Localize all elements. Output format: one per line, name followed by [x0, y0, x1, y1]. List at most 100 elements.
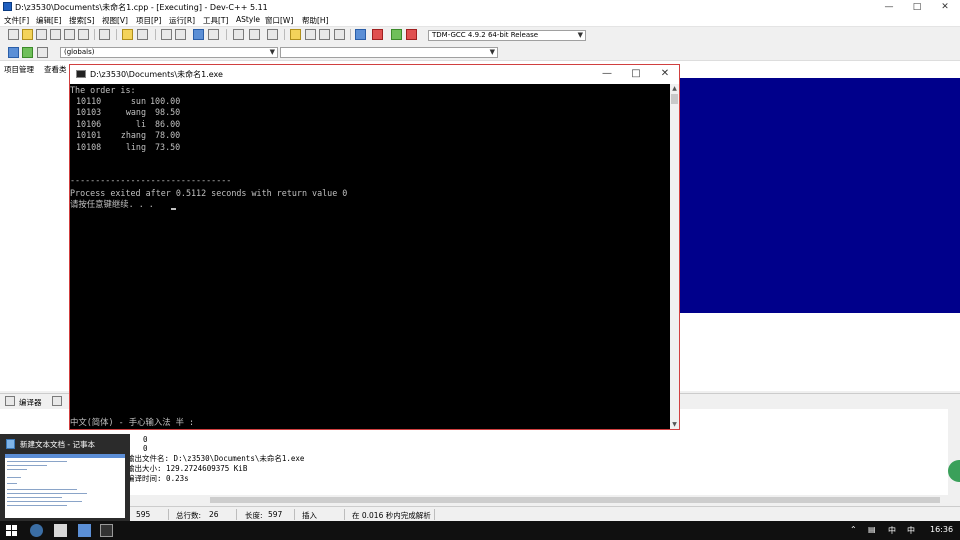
goto-bookmark-icon[interactable] — [37, 47, 48, 58]
menu-project[interactable]: 项目[P] — [136, 15, 161, 26]
status-bar: 595 总行数: 26 长度: 597 插入 在 0.016 秒内完成解析 — [0, 506, 960, 522]
function-select[interactable]: ▼ — [280, 47, 498, 58]
console-app-icon — [76, 70, 86, 78]
undo-icon[interactable] — [122, 29, 133, 40]
notepad-preview-image[interactable] — [5, 454, 125, 518]
compile-icon[interactable] — [290, 29, 301, 40]
rebuild-all-icon[interactable] — [334, 29, 345, 40]
chevron-down-icon: ▼ — [577, 31, 583, 39]
ide-title-bar: D:\z3530\Documents\未命名1.cpp - [Executing… — [0, 0, 960, 14]
console-scrollbar[interactable]: ▲ ▼ — [670, 84, 679, 429]
insert-icon[interactable] — [8, 47, 19, 58]
maximize-icon[interactable]: □ — [902, 0, 932, 14]
devcpp-taskbar-icon[interactable] — [78, 524, 91, 537]
log-horizontal-scrollbar[interactable] — [130, 495, 948, 505]
tab-project-manager[interactable]: 项目管理 — [4, 64, 34, 75]
console-cursor — [171, 208, 176, 210]
menu-window[interactable]: 窗口[W] — [265, 15, 293, 26]
secondary-toolbar: (globals) ▼ ▼ — [0, 45, 960, 61]
console-minimize-icon[interactable]: — — [592, 65, 622, 83]
print-icon[interactable] — [99, 29, 110, 40]
row-score: 86.00 — [155, 119, 181, 129]
row-name: sun — [130, 96, 146, 106]
menu-run[interactable]: 运行[R] — [169, 15, 195, 26]
log-vertical-scrollbar[interactable] — [948, 409, 960, 505]
status-parse-message: 在 0.016 秒内完成解析 — [352, 511, 431, 520]
stop-execution-icon[interactable] — [372, 29, 383, 40]
console-output[interactable]: The order is: 10110 sun 100.00 10103 wan… — [70, 84, 670, 429]
redo-icon[interactable] — [137, 29, 148, 40]
menu-file[interactable]: 文件[F] — [4, 15, 29, 26]
row-id: 10110 — [76, 96, 102, 106]
compile-run-icon[interactable] — [319, 29, 330, 40]
row-score: 100.00 — [150, 96, 181, 106]
find-icon[interactable] — [161, 29, 172, 40]
goto-line-icon[interactable] — [193, 29, 204, 40]
scope-select[interactable]: (globals) ▼ — [60, 47, 278, 58]
row-id: 10108 — [76, 142, 102, 152]
resources-tab-icon[interactable] — [52, 396, 62, 406]
new-file-icon[interactable] — [8, 29, 19, 40]
tray-language[interactable]: 中 — [888, 525, 896, 536]
run-icon[interactable] — [305, 29, 316, 40]
console-taskbar-icon[interactable] — [100, 524, 113, 537]
console-close-icon[interactable]: ✕ — [650, 65, 680, 83]
scrollbar-thumb[interactable] — [671, 94, 678, 104]
console-window[interactable]: D:\z3530\Documents\未命名1.exe — □ ✕ The or… — [69, 64, 680, 430]
status-col-value: 595 — [136, 510, 151, 519]
tab-class-view[interactable]: 查看类 — [44, 64, 67, 75]
scroll-down-icon[interactable]: ▼ — [670, 420, 679, 429]
status-length-label: 长度: — [245, 511, 263, 520]
menu-bar: 文件[F] 编辑[E] 搜索[S] 视图[V] 项目[P] 运行[R] 工具[T… — [0, 14, 960, 27]
compiler-select[interactable]: TDM-GCC 4.9.2 64-bit Release ▼ — [428, 30, 586, 41]
status-insert-mode: 插入 — [302, 511, 317, 520]
delete-profile-icon[interactable] — [406, 29, 417, 40]
console-separator: -------------------------------- — [70, 175, 232, 185]
tab-compiler[interactable]: 编译器 — [19, 397, 42, 408]
save-icon[interactable] — [36, 29, 47, 40]
unindent-icon[interactable] — [233, 29, 244, 40]
row-id: 10103 — [76, 107, 102, 117]
close-icon[interactable]: ✕ — [930, 0, 960, 14]
project-panel: 项目管理 查看类 — [0, 61, 71, 391]
compiler-tab-icon — [5, 396, 15, 406]
tray-up-arrow-icon[interactable]: ⌃ — [850, 525, 857, 534]
scroll-up-icon[interactable]: ▲ — [670, 84, 679, 93]
notepad-taskbar-preview[interactable]: 新建文本文档 - 记事本 — [0, 434, 130, 522]
menu-tools[interactable]: 工具[T] — [203, 15, 228, 26]
tray-clock[interactable]: 16:36 — [930, 525, 953, 534]
console-exit-message: Process exited after 0.5112 seconds with… — [70, 188, 348, 198]
row-id: 10106 — [76, 119, 102, 129]
menu-edit[interactable]: 编辑[E] — [36, 15, 62, 26]
toggle-comment-icon[interactable] — [267, 29, 278, 40]
indent-icon[interactable] — [249, 29, 260, 40]
tray-network-icon[interactable]: ▤ — [868, 525, 876, 534]
replace-icon[interactable] — [175, 29, 186, 40]
status-length-value: 597 — [268, 510, 283, 519]
check-syntax-icon[interactable] — [355, 29, 366, 40]
profile-icon[interactable] — [391, 29, 402, 40]
compiler-select-value: TDM-GCC 4.9.2 64-bit Release — [432, 31, 539, 39]
menu-search[interactable]: 搜索[S] — [69, 15, 95, 26]
tray-ime-mode[interactable]: 中 — [907, 525, 915, 536]
menu-astyle[interactable]: AStyle — [236, 15, 260, 24]
browser-icon[interactable] — [30, 524, 43, 537]
console-maximize-icon[interactable]: □ — [621, 65, 651, 83]
menu-help[interactable]: 帮助[H] — [302, 15, 329, 26]
scope-select-value: (globals) — [64, 48, 95, 56]
console-prompt: 请按任意键继续. . . — [70, 199, 154, 209]
row-score: 78.00 — [155, 130, 181, 140]
console-title: D:\z3530\Documents\未命名1.exe — [90, 70, 223, 79]
menu-view[interactable]: 视图[V] — [102, 15, 128, 26]
scrollbar-thumb[interactable] — [210, 497, 940, 503]
save-all-icon[interactable] — [50, 29, 61, 40]
open-file-icon[interactable] — [22, 29, 33, 40]
close-all-icon[interactable] — [78, 29, 89, 40]
minimize-icon[interactable]: — — [874, 0, 904, 14]
bookmark-icon[interactable] — [208, 29, 219, 40]
taskbar-app-icon[interactable] — [54, 524, 67, 537]
close-file-icon[interactable] — [64, 29, 75, 40]
devcpp-app-icon — [3, 2, 12, 11]
windows-start-icon[interactable] — [6, 525, 17, 536]
toggle-bookmark-icon[interactable] — [22, 47, 33, 58]
